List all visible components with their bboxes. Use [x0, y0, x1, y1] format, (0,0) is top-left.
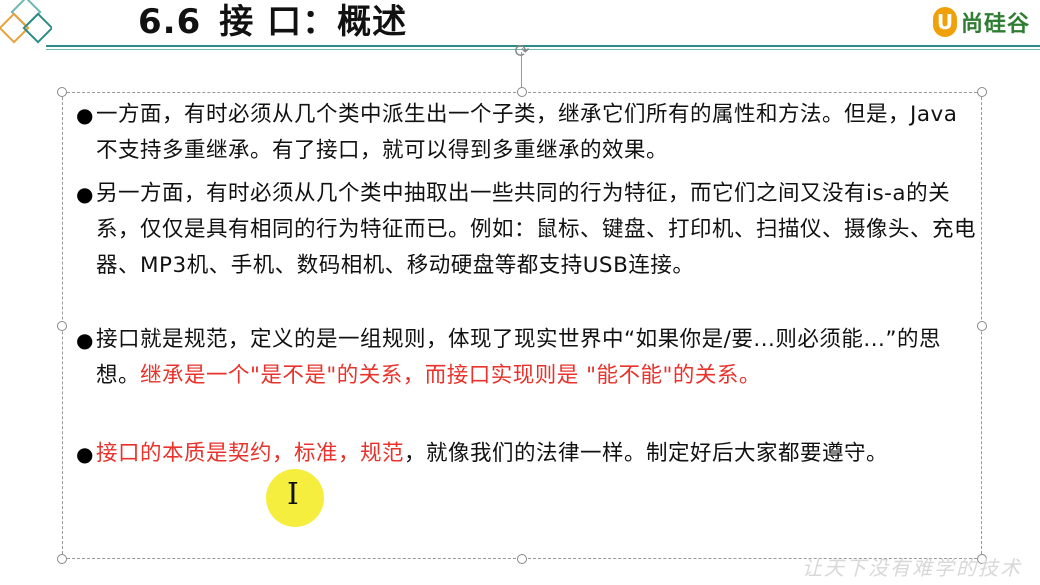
resize-handle-top-right[interactable] — [977, 87, 987, 97]
bullet-dot-icon: ● — [76, 442, 94, 466]
bullet-item: ● 另一方面，有时必须从几个类中抽取出一些共同的行为特征，而它们之间又没有is-… — [76, 176, 976, 320]
bullet-text-highlight: 继承是一个"是不是"的关系，而接口实现则是 "能不能"的关系。 — [140, 363, 761, 388]
bullet-dot-icon: ● — [76, 103, 94, 127]
resize-handle-top-left[interactable] — [57, 87, 67, 97]
bullet-text-segment: 一方面，有时必须从几个类中派生出一个子类，继承它们所有的属性和方法。但是，Jav… — [96, 102, 958, 163]
resize-handle-left[interactable] — [57, 321, 67, 331]
bullet-item: ● 接口就是规范，定义的是一组规则，体现了现实世界中“如果你是/要...则必须能… — [76, 322, 976, 430]
bullet-text-segment: 另一方面，有时必须从几个类中抽取出一些共同的行为特征，而它们之间又没有is-a的… — [96, 181, 977, 278]
resize-handle-top[interactable] — [517, 87, 527, 97]
text-cursor-icon: I — [287, 477, 299, 512]
bullet-text-segment: ，就像我们的法律一样。制定好后大家都要遵守。 — [404, 441, 889, 466]
resize-handle-bottom[interactable] — [517, 554, 527, 564]
resize-handle-bottom-left[interactable] — [57, 554, 67, 564]
header-rule-thin — [46, 49, 1040, 50]
section-title: 接 口：概述 — [219, 2, 408, 42]
bullet-dot-icon: ● — [76, 328, 94, 352]
logo-diamond-icon — [0, 0, 52, 44]
brand-name: 尚硅谷 — [960, 12, 1030, 37]
bullet-text-highlight: 接口的本质是契约，标准，规范 — [96, 441, 405, 466]
section-number: 6.6 — [138, 2, 202, 42]
slide-title: 6.6 接 口：概述 — [138, 0, 407, 44]
rotate-handle-icon[interactable]: ⟳ — [512, 42, 532, 62]
brand-logo: U 尚硅谷 — [932, 6, 1030, 38]
bullet-dot-icon: ● — [76, 182, 94, 206]
bullet-text: 接口的本质是契约，标准，规范，就像我们的法律一样。制定好后大家都要遵守。 — [96, 436, 976, 472]
brand-mark-icon: U — [932, 7, 957, 37]
header-rule — [46, 45, 1040, 47]
bullet-item: ● 一方面，有时必须从几个类中派生出一个子类，继承它们所有的属性和方法。但是，J… — [76, 97, 976, 169]
watermark: 让天下没有难学的技术 — [802, 556, 1022, 580]
bullet-text: 接口就是规范，定义的是一组规则，体现了现实世界中“如果你是/要...则必须能..… — [96, 322, 976, 394]
resize-handle-right[interactable] — [977, 321, 987, 331]
bullet-text: 一方面，有时必须从几个类中派生出一个子类，继承它们所有的属性和方法。但是，Jav… — [96, 97, 976, 169]
bullet-text: 另一方面，有时必须从几个类中抽取出一些共同的行为特征，而它们之间又没有is-a的… — [96, 176, 976, 284]
bullet-item: ● 接口的本质是契约，标准，规范，就像我们的法律一样。制定好后大家都要遵守。 — [76, 436, 976, 508]
